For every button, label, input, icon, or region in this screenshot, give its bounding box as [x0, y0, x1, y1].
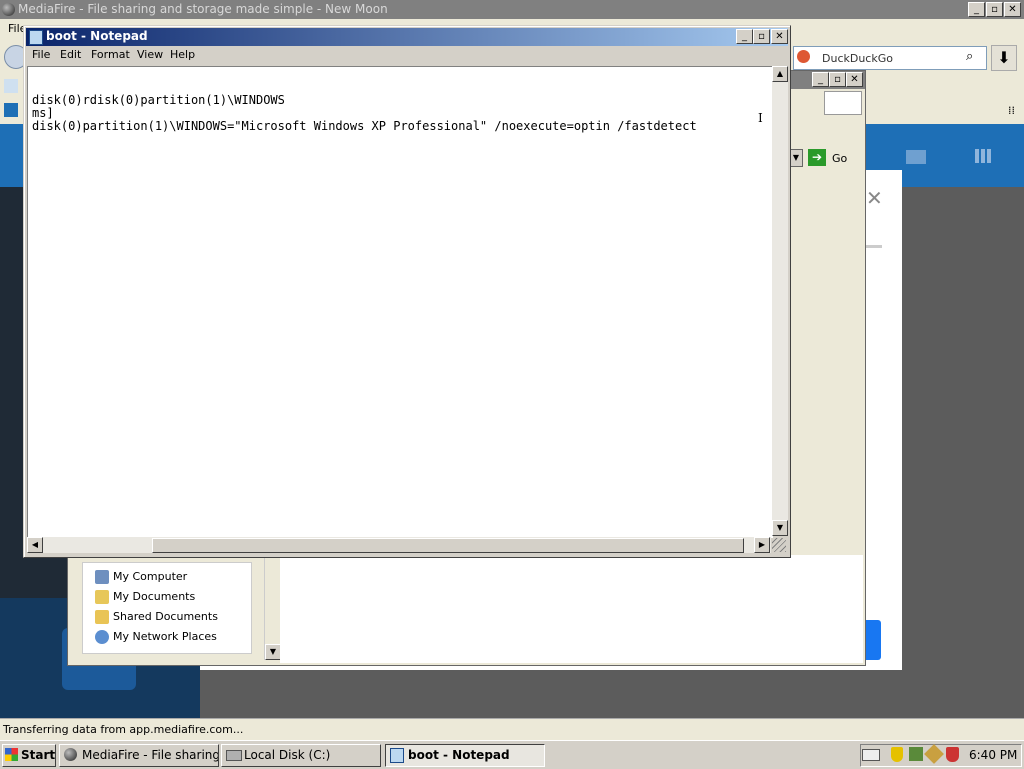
modal-divider — [864, 245, 882, 248]
notepad-close-button[interactable]: ✕ — [771, 29, 788, 44]
notepad-horizontal-scrollbar[interactable]: ◀ ▶ — [27, 537, 771, 553]
scroll-up-button[interactable]: ▲ — [772, 66, 788, 82]
explorer-close-button[interactable]: ✕ — [846, 72, 863, 87]
go-arrow-icon: ➔ — [808, 149, 826, 166]
go-button[interactable]: ➔ Go — [808, 149, 848, 167]
link-my-documents[interactable]: My Documents — [113, 590, 195, 603]
explorer-minimize-button[interactable]: _ — [812, 72, 829, 87]
notepad-maximize-button[interactable]: ▫ — [753, 29, 770, 44]
menu-format[interactable]: Format — [91, 48, 130, 61]
notepad-taskbar-icon — [390, 748, 404, 763]
notepad-title: boot - Notepad — [46, 29, 148, 43]
link-my-computer[interactable]: My Computer — [113, 570, 187, 583]
system-tray: 6:40 PM — [860, 744, 1022, 767]
browser-minimize-button[interactable]: _ — [968, 2, 985, 17]
new-folder-icon[interactable] — [906, 150, 926, 164]
taskbar-item-label: Local Disk (C:) — [244, 748, 331, 762]
drive-icon — [226, 750, 242, 761]
clock: 6:40 PM — [969, 748, 1018, 762]
search-engine-icon — [4, 79, 18, 93]
windows-flag-icon — [5, 748, 18, 761]
taskbar-item-label: boot - Notepad — [408, 748, 510, 762]
magnifier-icon[interactable]: ⌕ — [966, 49, 973, 64]
start-label: Start — [21, 748, 56, 762]
text-line: disk(0)rdisk(0)partition(1)\WINDOWS — [32, 93, 285, 107]
taskbar-item-notepad[interactable]: boot - Notepad — [385, 744, 545, 767]
explorer-scrollbar[interactable]: ▼ — [264, 555, 281, 660]
scroll-left-button[interactable]: ◀ — [27, 537, 43, 553]
horizontal-scroll-thumb[interactable] — [152, 538, 744, 553]
resize-grip-icon[interactable] — [772, 538, 786, 552]
duckduckgo-icon — [797, 50, 810, 63]
browser-app-icon — [2, 3, 15, 16]
text-line: disk(0)partition(1)\WINDOWS="Microsoft W… — [32, 119, 697, 133]
link-my-network-places[interactable]: My Network Places — [113, 630, 217, 643]
tools-icon[interactable] — [924, 744, 944, 764]
shared-documents-icon — [95, 610, 109, 624]
windows-logo-icon — [824, 91, 862, 115]
my-documents-icon — [95, 590, 109, 604]
explorer-file-area — [280, 555, 863, 663]
explorer-maximize-button[interactable]: ▫ — [829, 72, 846, 87]
taskbar: Start MediaFire - File sharing a... Loca… — [0, 740, 1024, 769]
notepad-vertical-scrollbar[interactable]: ▲ ▼ — [772, 66, 788, 536]
go-label: Go — [832, 152, 848, 165]
menu-edit[interactable]: Edit — [60, 48, 81, 61]
text-cursor-icon: I — [758, 111, 763, 125]
notepad-window: boot - Notepad _ ▫ ✕ File Edit Format Vi… — [23, 25, 791, 558]
browser-statusbar: Transferring data from app.mediafire.com… — [0, 718, 1024, 741]
notepad-titlebar[interactable]: boot - Notepad _ ▫ ✕ — [26, 28, 788, 46]
search-placeholder: DuckDuckGo — [822, 52, 893, 65]
mediafire-tab-icon[interactable] — [4, 103, 18, 117]
browser-window-title: MediaFire - File sharing and storage mad… — [18, 2, 388, 16]
browser-taskbar-icon — [64, 748, 77, 761]
security-shield-icon[interactable] — [891, 747, 903, 762]
notepad-menubar: File Edit Format View Help — [26, 46, 788, 64]
network-icon[interactable] — [909, 747, 923, 761]
taskbar-item-explorer[interactable]: Local Disk (C:) — [221, 744, 381, 767]
menu-file[interactable]: File — [32, 48, 50, 61]
other-places-panel: My Computer My Documents Shared Document… — [82, 562, 252, 654]
extensions-icon[interactable]: ⁞⁞ — [1008, 104, 1015, 117]
menu-view[interactable]: View — [137, 48, 163, 61]
menu-help[interactable]: Help — [170, 48, 195, 61]
notepad-icon — [29, 30, 43, 45]
address-dropdown-icon[interactable]: ▼ — [789, 149, 803, 167]
scroll-down-button[interactable]: ▼ — [772, 520, 788, 536]
my-network-places-icon — [95, 630, 109, 644]
taskbar-item-browser[interactable]: MediaFire - File sharing a... — [59, 744, 219, 767]
start-button[interactable]: Start — [2, 744, 56, 767]
search-input[interactable]: DuckDuckGo ⌕ — [793, 46, 987, 70]
notepad-text-area[interactable]: disk(0)rdisk(0)partition(1)\WINDOWS ms] … — [27, 66, 773, 538]
taskbar-item-label: MediaFire - File sharing a... — [82, 748, 219, 762]
scroll-right-button[interactable]: ▶ — [754, 537, 770, 553]
grid-view-icon[interactable] — [975, 149, 991, 163]
status-text: Transferring data from app.mediafire.com… — [3, 723, 244, 736]
browser-titlebar: MediaFire - File sharing and storage mad… — [0, 0, 1024, 19]
explorer-scroll-down-button[interactable]: ▼ — [265, 644, 281, 660]
modal-close-icon[interactable]: ✕ — [866, 186, 883, 210]
antivirus-icon[interactable] — [946, 747, 959, 762]
notepad-minimize-button[interactable]: _ — [736, 29, 753, 44]
downloads-button[interactable]: ⬇ — [991, 45, 1017, 71]
my-computer-icon — [95, 570, 109, 584]
link-shared-documents[interactable]: Shared Documents — [113, 610, 218, 623]
browser-maximize-button[interactable]: ▫ — [986, 2, 1003, 17]
browser-close-button[interactable]: ✕ — [1004, 2, 1021, 17]
